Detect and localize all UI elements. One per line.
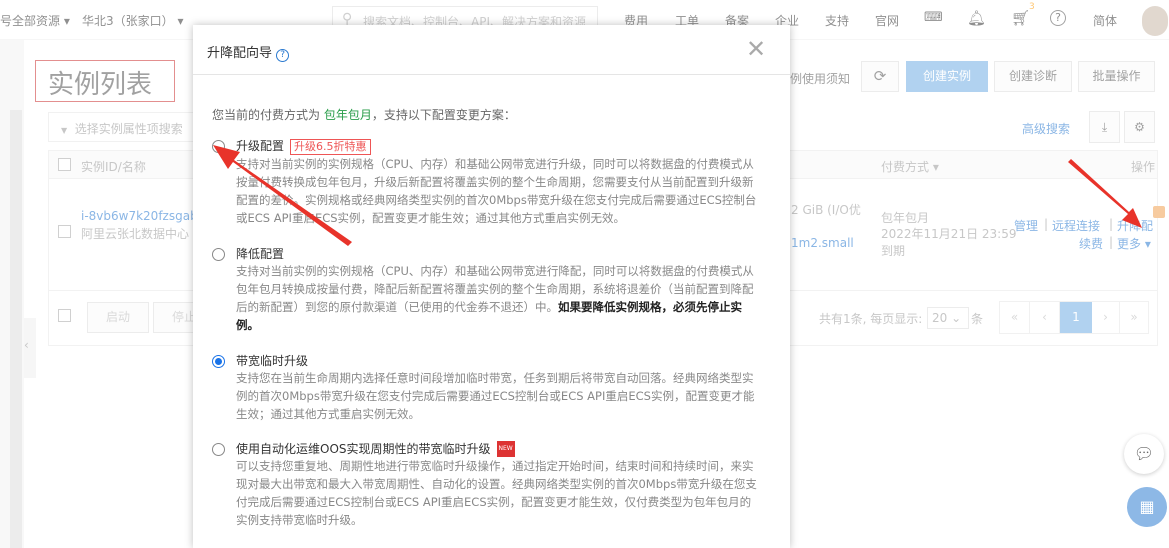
arrow-to-upgrade-option (213, 145, 352, 246)
arrow-to-upgrade-link (1068, 159, 1142, 228)
annotation-arrows (213, 145, 1142, 246)
